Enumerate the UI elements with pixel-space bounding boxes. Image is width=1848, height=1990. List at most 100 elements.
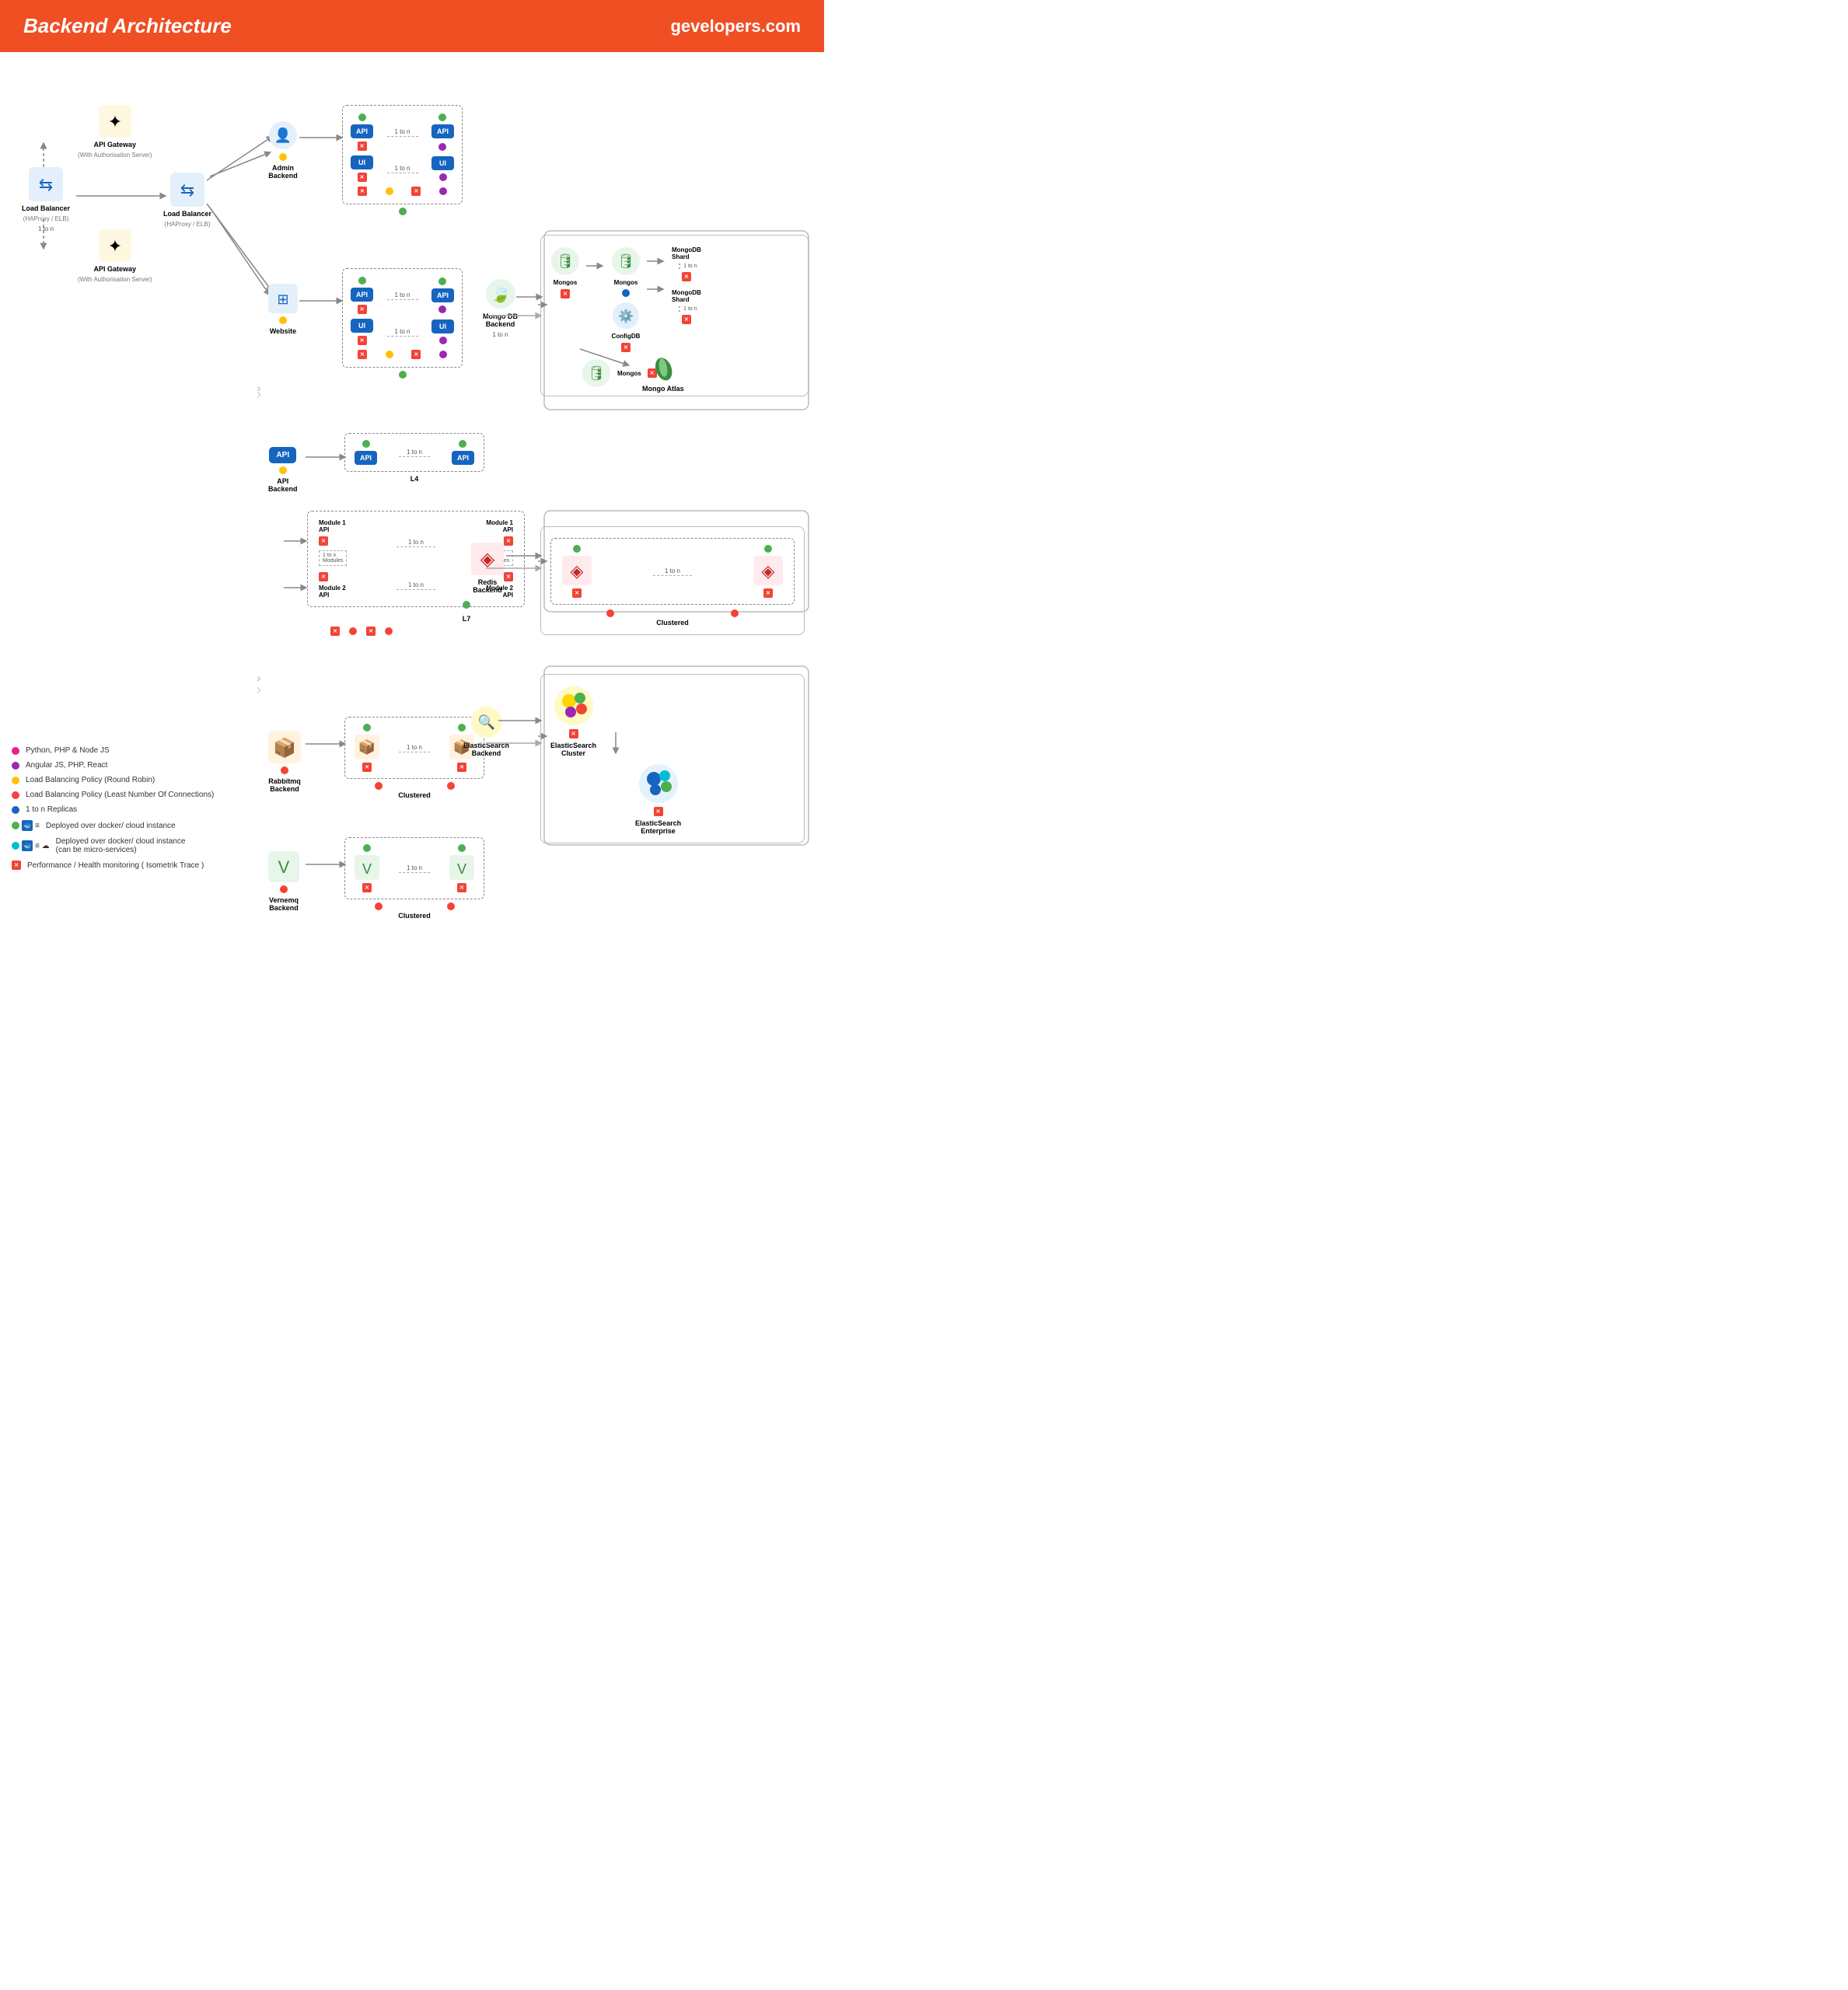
wapi1-badge: ✕ — [358, 305, 367, 314]
rmq-icon-row: 📦 ✕ 1 to n 📦 ✕ — [355, 724, 474, 772]
separator-arrow-1: › — [257, 386, 261, 403]
svg-text:✦: ✦ — [108, 236, 122, 256]
redis-1ton: 1 to n — [665, 567, 680, 574]
legend-purple-text: Angular JS, PHP, React — [26, 761, 107, 770]
vernemq-icon: V — [268, 851, 299, 882]
arrow-es — [498, 714, 543, 728]
gw2-label: API Gateway — [94, 265, 137, 273]
admin-api1-box: API — [351, 124, 373, 138]
admin-icon: 👤 — [268, 120, 298, 150]
vmq-icon2-svg: V — [449, 855, 474, 880]
module1-api1-label: Module 1API — [319, 519, 346, 533]
admin-bd1: ✕ — [358, 187, 367, 196]
separator-arrow-2: › — [257, 682, 261, 698]
l7bd4 — [385, 627, 393, 635]
admin-ui2-box: UI — [431, 156, 454, 170]
load-balancer-1: ⇆ Load Balancer (HAProxy / ELB) 1 to n — [22, 167, 70, 232]
rabbitmq-dot — [281, 766, 288, 774]
svg-text:⊞: ⊞ — [277, 292, 288, 307]
admin-ui1-badge: ✕ — [358, 173, 367, 182]
admin-1ton-text: 1 to n — [394, 128, 410, 135]
api-gateway-2-icon: ✦ — [99, 229, 131, 262]
gw1-sublabel: (With Authorisation Server) — [78, 152, 152, 159]
admin-green-dot — [399, 208, 407, 215]
header: Backend Architecture gevelopers.com — [0, 0, 824, 52]
m2api1-badge: ✕ — [319, 572, 328, 581]
shard1-badge: ✕ — [682, 272, 691, 281]
website-cluster-box: API ✕ 1 to n API UI — [342, 268, 463, 381]
wbd4 — [439, 351, 447, 358]
svg-text:◈: ◈ — [571, 561, 584, 581]
api-api-1: API — [355, 440, 377, 465]
l7bd1: ✕ — [330, 627, 340, 636]
arrow-center-mongo — [486, 309, 544, 323]
rmq-dot1 — [363, 724, 371, 731]
configdb-icon: ⚙️ — [612, 302, 640, 330]
admin-api-1: API ✕ — [351, 113, 373, 151]
admin-lton-label: 1 to n — [387, 128, 418, 137]
api-backend-box: API — [269, 447, 296, 463]
admin-ui2-dot — [439, 173, 447, 181]
svg-text:V: V — [362, 861, 372, 877]
api-backend-node: API APIBackend — [268, 447, 298, 493]
mongos1-label: Mongos — [554, 279, 578, 286]
mongos1-icon: 🛢 — [550, 246, 580, 276]
admin-dot-yellow — [279, 153, 287, 161]
gw1-label: API Gateway — [94, 141, 137, 148]
arrow-center-es — [486, 736, 544, 750]
admin-api2-box: API — [431, 124, 454, 138]
legend-docker-micro: 🐳 ≡ ☁ Deployed over docker/ cloud instan… — [12, 837, 214, 854]
l7bd3: ✕ — [366, 627, 376, 636]
module1-lton: 1 to n — [396, 539, 435, 547]
svg-text:⇆: ⇆ — [180, 180, 194, 200]
l7-bottom-dots: ✕ ✕ — [330, 627, 556, 636]
vmq-icon-1: V ✕ — [355, 844, 379, 892]
mongodb-section: 🍃 Mongo DBBackend 1 to n 🛢 Mongos ✕ — [540, 235, 809, 396]
mongos3-label: Mongos — [617, 370, 641, 377]
es-enterprise-node: ✕ ElasticSearchEnterprise — [635, 763, 681, 835]
rmq-icon-1: 📦 ✕ — [355, 724, 379, 772]
arrow-lb2-admin — [201, 122, 278, 192]
vernemq-node: V VernemqBackend — [268, 851, 299, 912]
admin-ui-1ton: 1 to n — [394, 165, 410, 172]
l7-arrow2-svg — [284, 581, 309, 595]
admin-api2-dot2 — [438, 143, 446, 151]
shard2-lton: 1 to n — [679, 306, 697, 312]
svg-text:V: V — [278, 857, 290, 877]
l7-text: L7 — [463, 615, 471, 623]
legend-pink-text: Python, PHP & Node JS — [26, 746, 110, 755]
redis-dot1 — [573, 545, 581, 553]
vmq-bottom: Clustered — [344, 902, 484, 920]
l7-label: L7 — [377, 614, 556, 623]
vmq-bd1 — [375, 902, 383, 910]
mongo-atlas-label: Mongo Atlas — [642, 385, 684, 393]
api-api-row: API 1 to n API — [355, 440, 474, 465]
shard1-label: MongoDBShard — [672, 246, 701, 260]
legend: Python, PHP & Node JS Angular JS, PHP, R… — [12, 746, 214, 876]
redis-icon-row: ◈ ✕ 1 to n ◈ ✕ — [562, 545, 783, 598]
rmq-bd1 — [375, 782, 383, 790]
arrow-mongo-atlas — [580, 345, 634, 368]
svg-text:🛢: 🛢 — [617, 253, 635, 269]
arrow-vernemq — [306, 857, 348, 871]
legend-performance-text: Performance / Health monitoring ( Isomet… — [27, 861, 204, 870]
rmq-bd2 — [447, 782, 455, 790]
rmq-lton: 1 to n — [399, 744, 430, 752]
svg-text:📦: 📦 — [273, 737, 296, 759]
l4-cluster: API 1 to n API L4 — [344, 433, 484, 483]
legend-micro-icons: 🐳 ≡ ☁ — [12, 840, 50, 851]
configdb-label: ConfigDB — [612, 333, 641, 340]
legend-micro-text: Deployed over docker/ cloud instance(can… — [56, 837, 186, 854]
redis-section: ◈ RedisBackend ◈ ✕ 1 to n — [540, 526, 805, 635]
website-api-2: API — [431, 278, 454, 313]
website-ui-1ton: 1 to n — [394, 328, 410, 335]
admin-bd4 — [439, 187, 447, 195]
legend-blue-text: 1 to n Replicas — [26, 805, 77, 814]
svg-text:📦: 📦 — [358, 738, 376, 755]
shard1: MongoDBShard 1 to n ✕ — [672, 246, 701, 281]
vmq-icon-2: V ✕ — [449, 844, 474, 892]
shard2-badge: ✕ — [682, 315, 691, 324]
shard1-lton: 1 to n — [679, 264, 697, 269]
redis-badge1: ✕ — [572, 588, 582, 598]
vmq-clustered-label: Clustered — [344, 912, 484, 920]
